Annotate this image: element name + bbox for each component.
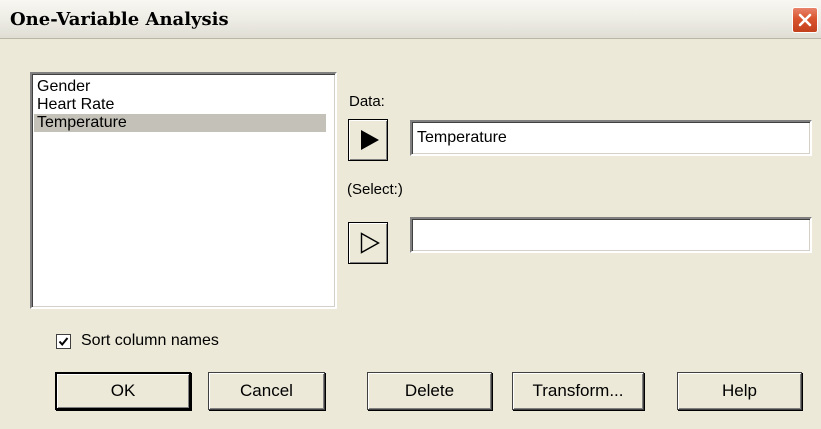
outline-right-arrow-icon	[360, 232, 380, 254]
cancel-button[interactable]: Cancel	[208, 372, 325, 410]
sort-checkbox-label[interactable]: Sort column names	[81, 332, 219, 350]
delete-button[interactable]: Delete	[367, 372, 492, 410]
sort-checkbox[interactable]	[56, 334, 71, 349]
data-arrow-button[interactable]	[348, 119, 388, 161]
transform-button[interactable]: Transform...	[512, 372, 644, 410]
ok-button[interactable]: OK	[55, 372, 191, 410]
list-item[interactable]: Heart Rate	[34, 96, 114, 114]
column-listbox[interactable]: Gender Heart Rate Temperature	[30, 72, 337, 309]
data-label: Data:	[349, 93, 385, 110]
select-arrow-button[interactable]	[348, 222, 388, 264]
list-item[interactable]: Gender	[34, 78, 90, 96]
close-icon	[798, 13, 812, 27]
filled-right-arrow-icon	[361, 130, 379, 150]
help-button[interactable]: Help	[677, 372, 802, 410]
close-button[interactable]	[792, 7, 818, 33]
checkmark-icon	[58, 337, 69, 347]
window-title: One-Variable Analysis	[10, 9, 229, 30]
data-field-value: Temperature	[417, 129, 507, 146]
select-label: (Select:)	[347, 181, 403, 198]
list-item-selected[interactable]: Temperature	[34, 114, 326, 132]
select-field[interactable]	[410, 217, 812, 253]
title-bar[interactable]: One-Variable Analysis	[0, 0, 821, 39]
data-field[interactable]: Temperature	[410, 120, 812, 156]
